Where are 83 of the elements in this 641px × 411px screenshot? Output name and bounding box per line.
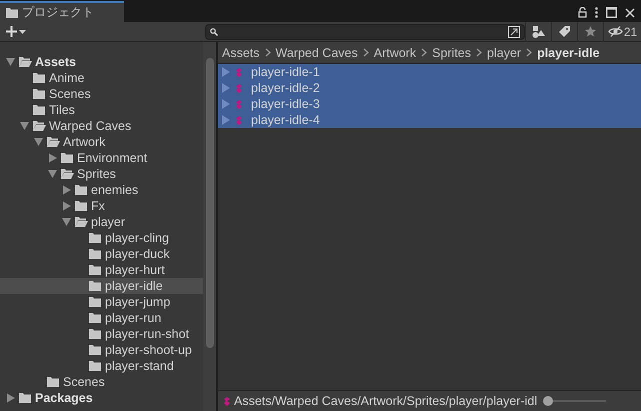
- folder-icon: [18, 392, 32, 404]
- tree-item[interactable]: Sprites: [0, 166, 203, 182]
- project-tab[interactable]: プロジェクト: [0, 1, 124, 22]
- asset-path: Assets/Warped Caves/Artwork/Sprites/player/player-idl: [234, 394, 538, 408]
- search-field[interactable]: [205, 24, 525, 40]
- maximize-icon[interactable]: [606, 7, 617, 18]
- tree-item[interactable]: Tiles: [0, 102, 203, 118]
- breadcrumb-item[interactable]: player-idle: [537, 46, 600, 60]
- tree-item[interactable]: Environment: [0, 150, 203, 166]
- expanded-arrow-icon[interactable]: [60, 217, 74, 227]
- folder-icon: [60, 152, 74, 164]
- more-options-icon[interactable]: [595, 7, 598, 18]
- tree-item[interactable]: player-shoot-up: [0, 342, 203, 358]
- tree-item[interactable]: Scenes: [0, 374, 203, 390]
- star-icon: [585, 26, 596, 37]
- breadcrumb-item[interactable]: player: [487, 46, 522, 60]
- tree-item[interactable]: Assets: [0, 54, 203, 70]
- tree-item[interactable]: player: [0, 214, 203, 230]
- open-folder-icon: [18, 56, 32, 68]
- close-icon[interactable]: [625, 8, 635, 18]
- tree-item[interactable]: player-run: [0, 310, 203, 326]
- folder-icon: [88, 312, 102, 324]
- tree-item[interactable]: player-run-shot: [0, 326, 203, 342]
- chevron-right-icon: [362, 48, 369, 57]
- chevron-right-icon: [421, 48, 428, 57]
- sprite-icon: [224, 396, 230, 406]
- folder-icon: [32, 72, 46, 84]
- open-folder-icon: [74, 216, 88, 228]
- search-icon: [210, 28, 218, 36]
- file-row[interactable]: player-idle-3: [218, 96, 641, 112]
- lock-icon[interactable]: [578, 7, 587, 18]
- tree-item[interactable]: Artwork: [0, 134, 203, 150]
- tree-item[interactable]: player-idle: [0, 278, 203, 294]
- folder-icon: [88, 280, 102, 292]
- open-folder-icon: [46, 136, 60, 148]
- folder-icon: [46, 376, 60, 388]
- breadcrumb-item[interactable]: Warped Caves: [276, 46, 358, 60]
- tag-icon: [559, 26, 570, 37]
- scrollbar[interactable]: [203, 42, 216, 411]
- breadcrumb-item[interactable]: Assets: [222, 46, 260, 60]
- file-row[interactable]: player-idle-4: [218, 112, 641, 128]
- folder-icon: [88, 344, 102, 356]
- chevron-right-icon: [526, 48, 532, 57]
- folder-icon: [88, 232, 102, 244]
- expanded-arrow-icon[interactable]: [18, 121, 32, 131]
- folder-icon: [32, 88, 46, 100]
- tree-item[interactable]: Warped Caves: [0, 118, 203, 134]
- folder-icon: [74, 200, 88, 212]
- tree-item[interactable]: player-jump: [0, 294, 203, 310]
- expanded-arrow-icon[interactable]: [32, 137, 46, 147]
- tree-item[interactable]: player-stand: [0, 358, 203, 374]
- tree-item[interactable]: enemies: [0, 182, 203, 198]
- folder-icon: [74, 184, 88, 196]
- eye-slash-icon: [608, 26, 623, 37]
- slider-thumb[interactable]: [543, 396, 554, 406]
- open-folder-icon: [32, 120, 46, 132]
- tree-item[interactable]: Scenes: [0, 86, 203, 102]
- folder-icon: [88, 296, 102, 308]
- open-folder-icon: [60, 168, 74, 180]
- plus-icon: [6, 26, 17, 37]
- tree-item[interactable]: player-cling: [0, 230, 203, 246]
- folder-icon: [88, 248, 102, 260]
- folder-icon: [32, 104, 46, 116]
- tree-item[interactable]: player-duck: [0, 246, 203, 262]
- caret-icon: [19, 30, 26, 34]
- expanded-arrow-icon[interactable]: [46, 169, 60, 179]
- shapes-icon: [532, 26, 545, 38]
- breadcrumb-item[interactable]: Sprites: [432, 46, 472, 60]
- chevron-right-icon: [476, 48, 482, 57]
- tree-item[interactable]: Fx: [0, 198, 203, 214]
- chevron-right-icon: [264, 48, 271, 57]
- folder-icon: [88, 360, 102, 372]
- folder-icon: [88, 264, 102, 276]
- folder-icon: [88, 328, 102, 340]
- tree-item[interactable]: player-hurt: [0, 262, 203, 278]
- expanded-arrow-icon[interactable]: [4, 57, 18, 67]
- search-window-icon[interactable]: [508, 26, 520, 38]
- file-row[interactable]: player-idle-1: [218, 64, 641, 80]
- file-row[interactable]: player-idle-2: [218, 80, 641, 96]
- tree-item[interactable]: Packages: [0, 390, 203, 406]
- breadcrumb-item[interactable]: Artwork: [374, 46, 416, 60]
- tree-item[interactable]: Anime: [0, 70, 203, 86]
- folder-icon: [6, 8, 18, 18]
